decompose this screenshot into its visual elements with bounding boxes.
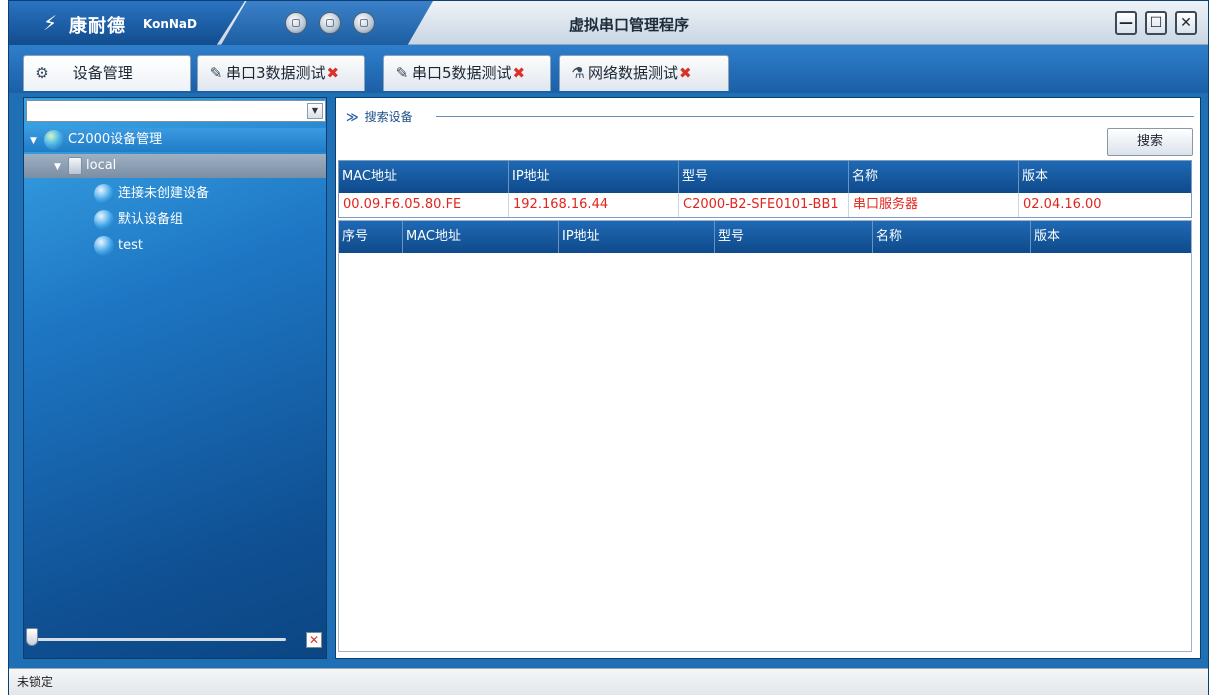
chevron-down-icon[interactable]: ▼ <box>307 103 323 119</box>
device-table: 序号 MAC地址 IP地址 型号 名称 版本 <box>338 220 1192 652</box>
tab-label: 网络数据测试 <box>588 64 679 82</box>
cell-model: C2000-B2-SFE0101-BB1 <box>679 193 849 217</box>
cell-version: 02.04.16.00 <box>1023 197 1102 212</box>
column-header[interactable]: 型号 <box>715 221 873 253</box>
lock-icon[interactable] <box>353 12 375 34</box>
quick-button-1-icon[interactable] <box>285 12 307 34</box>
tab-serial5-test[interactable]: ✎ 串口5数据测试✖ <box>383 55 551 91</box>
tab-close-icon[interactable]: ✖ <box>679 64 692 82</box>
tab-bar: ⚙ 设备管理 ✎ 串口3数据测试✖ ✎ 串口5数据测试✖ ⚗ 网络数据测试✖ <box>9 45 1208 93</box>
tab-label: 串口3数据测试 <box>226 64 326 82</box>
tab-label: 设备管理 <box>72 64 133 82</box>
globe-icon <box>44 129 64 150</box>
logo-text-en: KonNaD <box>143 17 197 31</box>
quick-button-2-icon[interactable] <box>319 12 341 34</box>
tab-serial3-test[interactable]: ✎ 串口3数据测试✖ <box>197 55 365 91</box>
close-button[interactable]: ✕ <box>1175 11 1197 35</box>
search-section-header[interactable]: ≫ 搜索设备 <box>346 108 413 125</box>
device-tree-panel: ▼ ▼ C2000设备管理 ▼ local 连接未创建设备 默认设备组 test ✕ <box>23 97 327 659</box>
column-header[interactable]: 版本 <box>1019 161 1191 193</box>
expand-icon[interactable]: ▼ <box>30 129 44 153</box>
group-select[interactable]: ▼ <box>26 100 326 122</box>
logo-icon: ⚡ <box>43 11 58 35</box>
plug-icon: ✎ <box>209 64 223 82</box>
lock-status-text: 未锁定 <box>17 675 54 689</box>
globe-icon <box>94 235 114 256</box>
tab-network-test[interactable]: ⚗ 网络数据测试✖ <box>559 55 729 91</box>
search-button[interactable]: 搜索 <box>1107 128 1193 156</box>
device-management-panel: ≫ 搜索设备 搜索 MAC地址 IP地址 型号 名称 版本 00.09.F6.05… <box>335 97 1201 659</box>
logo: ⚡ 康耐德 KonNaD <box>9 1 245 45</box>
column-header[interactable]: 名称 <box>873 221 1031 253</box>
app-window: ⚡ 康耐德 KonNaD 虚拟串口管理程序 — ☐ ✕ ⚙ 设备管理 ✎ 串口3数… <box>8 0 1209 695</box>
search-results-table: MAC地址 IP地址 型号 名称 版本 00.09.F6.05.80.FE 19… <box>338 160 1192 218</box>
column-header[interactable]: IP地址 <box>559 221 715 253</box>
section-divider <box>436 116 1194 117</box>
clear-icon[interactable]: ✕ <box>306 632 322 648</box>
tree-node-unconnected[interactable]: 连接未创建设备 <box>24 182 326 206</box>
flask-icon: ⚗ <box>571 64 585 82</box>
tree-node-label: local <box>86 158 117 173</box>
quick-buttons <box>221 1 433 45</box>
zoom-slider-track[interactable] <box>30 638 286 641</box>
tree-node-label: 默认设备组 <box>118 212 184 227</box>
cell-name: 串口服务器 <box>849 193 1019 217</box>
globe-icon <box>94 183 114 204</box>
tree-node-root[interactable]: ▼ C2000设备管理 <box>24 128 326 152</box>
column-header[interactable]: MAC地址 <box>403 221 559 253</box>
search-section-title: 搜索设备 <box>364 110 413 124</box>
tree-node-label: C2000设备管理 <box>68 132 163 147</box>
tree-node-local[interactable]: ▼ local <box>24 154 326 178</box>
zoom-slider-handle[interactable] <box>26 628 38 646</box>
table-header: MAC地址 IP地址 型号 名称 版本 <box>339 161 1191 193</box>
tab-close-icon[interactable]: ✖ <box>327 64 340 82</box>
globe-icon <box>94 209 114 230</box>
plug-icon: ✎ <box>395 64 409 82</box>
tree-node-default-group[interactable]: 默认设备组 <box>24 208 326 232</box>
expand-icon[interactable]: ▼ <box>54 155 68 179</box>
tab-device-management[interactable]: ⚙ 设备管理 <box>23 55 191 91</box>
column-header[interactable]: 型号 <box>679 161 849 193</box>
column-header[interactable]: 序号 <box>339 221 403 253</box>
minimize-button[interactable]: — <box>1115 11 1137 35</box>
column-header[interactable]: IP地址 <box>509 161 679 193</box>
title-bar: ⚡ 康耐德 KonNaD 虚拟串口管理程序 — ☐ ✕ <box>9 1 1208 45</box>
maximize-button[interactable]: ☐ <box>1145 11 1167 35</box>
tree-node-label: test <box>118 238 143 253</box>
tree-node-label: 连接未创建设备 <box>118 186 210 201</box>
cell-ip: 192.168.16.44 <box>509 193 679 217</box>
cell-mac: 00.09.F6.05.80.FE <box>339 193 509 217</box>
status-bar: 未锁定 <box>9 668 1208 695</box>
table-header: 序号 MAC地址 IP地址 型号 名称 版本 <box>339 221 1191 253</box>
column-header[interactable]: 版本 <box>1031 221 1191 253</box>
column-header[interactable]: 名称 <box>849 161 1019 193</box>
window-title: 虚拟串口管理程序 <box>569 16 690 34</box>
gear-icon: ⚙ <box>35 64 49 82</box>
collapse-chevron-icon[interactable]: ≫ <box>346 110 359 124</box>
table-row[interactable]: 00.09.F6.05.80.FE 192.168.16.44 C2000-B2… <box>339 193 1191 217</box>
server-icon <box>68 156 82 175</box>
logo-text-cn: 康耐德 <box>69 16 126 37</box>
tree-node-test[interactable]: test <box>24 234 326 258</box>
tab-close-icon[interactable]: ✖ <box>513 64 526 82</box>
column-header[interactable]: MAC地址 <box>339 161 509 193</box>
tab-label: 串口5数据测试 <box>412 64 512 82</box>
